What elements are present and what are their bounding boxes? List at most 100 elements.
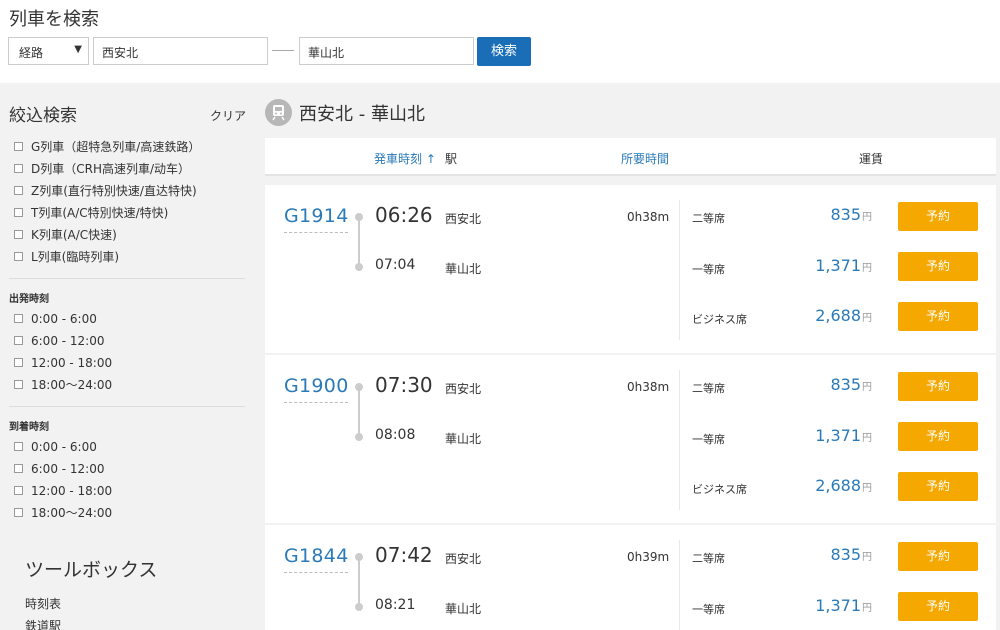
travel-duration: 0h38m bbox=[627, 380, 670, 394]
filter-dep-time-3[interactable]: 12:00 - 18:00 bbox=[14, 355, 112, 371]
book-button[interactable]: 予約 bbox=[898, 252, 978, 281]
checkbox[interactable] bbox=[14, 186, 23, 195]
filter-train-z[interactable]: Z列車(直行特別快速/直达特快) bbox=[14, 183, 197, 199]
fare-price: 835円 bbox=[830, 545, 872, 564]
station-link[interactable]: 鉄道駅 bbox=[25, 617, 61, 630]
train-number[interactable]: G1914 bbox=[284, 205, 349, 227]
book-button[interactable]: 予約 bbox=[898, 542, 978, 571]
train-icon bbox=[265, 99, 292, 126]
fare-price: 1,371円 bbox=[815, 596, 872, 615]
checkbox[interactable] bbox=[14, 464, 23, 473]
divider bbox=[679, 200, 680, 340]
book-button[interactable]: 予約 bbox=[898, 472, 978, 501]
checkbox[interactable] bbox=[14, 230, 23, 239]
filter-title: 絞込検索 bbox=[9, 106, 77, 126]
travel-duration: 0h38m bbox=[627, 210, 670, 224]
arrival-station: 華山北 bbox=[445, 262, 482, 276]
filter-arr-time-3[interactable]: 12:00 - 18:00 bbox=[14, 483, 112, 499]
checkbox[interactable] bbox=[14, 336, 23, 345]
filter-arr-time-2[interactable]: 6:00 - 12:00 bbox=[14, 461, 105, 477]
train-number[interactable]: G1844 bbox=[284, 545, 349, 567]
route-type-select[interactable]: 経路 ▼ bbox=[8, 37, 89, 65]
filter-train-l[interactable]: L列車(臨時列車) bbox=[14, 249, 119, 265]
fare-price: 1,371円 bbox=[815, 256, 872, 275]
checkbox[interactable] bbox=[14, 380, 23, 389]
seat-class: 一等席 bbox=[692, 603, 725, 616]
checkbox[interactable] bbox=[14, 442, 23, 451]
book-button[interactable]: 予約 bbox=[898, 422, 978, 451]
fare-price: 2,688円 bbox=[815, 476, 872, 495]
search-button[interactable]: 検索 bbox=[477, 37, 531, 66]
filter-dep-time-1[interactable]: 0:00 - 6:00 bbox=[14, 311, 97, 327]
train-result-card: G1914 06:26 07:04 西安北 華山北 0h38m 二等席 835円… bbox=[265, 185, 996, 353]
departure-time: 06:26 bbox=[375, 203, 433, 227]
route-title: 西安北 - 華山北 bbox=[299, 104, 425, 125]
route-dash bbox=[272, 50, 294, 51]
arrival-station: 華山北 bbox=[445, 602, 482, 616]
filter-train-k[interactable]: K列車(A/C快速) bbox=[14, 227, 117, 243]
fare-price: 2,688円 bbox=[815, 306, 872, 325]
filter-arr-time-4[interactable]: 18:00～24:00 bbox=[14, 505, 112, 521]
book-button[interactable]: 予約 bbox=[898, 202, 978, 231]
book-button[interactable]: 予約 bbox=[898, 592, 978, 621]
seat-class: 一等席 bbox=[692, 263, 725, 276]
checkbox[interactable] bbox=[14, 358, 23, 367]
toolbox-title: ツールボックス bbox=[25, 559, 158, 581]
book-button[interactable]: 予約 bbox=[898, 372, 978, 401]
checkbox[interactable] bbox=[14, 164, 23, 173]
fare-price: 835円 bbox=[830, 375, 872, 394]
checkbox[interactable] bbox=[14, 314, 23, 323]
arrival-time-heading: 到着時刻 bbox=[9, 422, 49, 433]
checkbox[interactable] bbox=[14, 508, 23, 517]
arrival-station: 華山北 bbox=[445, 432, 482, 446]
station-column-label: 駅 bbox=[445, 152, 458, 166]
to-station-input[interactable]: 華山北 bbox=[299, 37, 474, 65]
train-number-underline bbox=[284, 402, 348, 403]
seat-class: 二等席 bbox=[692, 552, 725, 565]
sort-duration[interactable]: 所要時間 bbox=[621, 150, 669, 167]
chevron-down-icon: ▼ bbox=[74, 44, 82, 55]
divider bbox=[9, 406, 245, 407]
timeline-line bbox=[358, 387, 360, 437]
departure-station: 西安北 bbox=[445, 552, 482, 566]
timeline-dot bbox=[355, 213, 363, 221]
checkbox[interactable] bbox=[14, 208, 23, 217]
checkbox[interactable] bbox=[14, 142, 23, 151]
divider bbox=[679, 540, 680, 630]
departure-station: 西安北 bbox=[445, 382, 482, 396]
filter-train-g[interactable]: G列車（超特急列車/高速鉄路） bbox=[14, 139, 200, 155]
from-station-input[interactable]: 西安北 bbox=[93, 37, 268, 65]
clear-filters-link[interactable]: クリア bbox=[210, 107, 246, 124]
search-header: 列車を検索 経路 ▼ 西安北 華山北 検索 bbox=[0, 0, 1000, 83]
filter-sidebar: 絞込検索 クリア G列車（超特急列車/高速鉄路） D列車（CRH高速列車/动车）… bbox=[0, 83, 255, 630]
filter-arr-time-1[interactable]: 0:00 - 6:00 bbox=[14, 439, 97, 455]
filter-train-d[interactable]: D列車（CRH高速列車/动车） bbox=[14, 161, 190, 177]
seat-class: ビジネス席 bbox=[692, 483, 747, 496]
fare-price: 1,371円 bbox=[815, 426, 872, 445]
timetable-link[interactable]: 時刻表 bbox=[25, 595, 61, 612]
route-type-value: 経路 bbox=[19, 46, 44, 60]
train-number-underline bbox=[284, 572, 348, 573]
timeline-dot bbox=[355, 603, 363, 611]
seat-class: ビジネス席 bbox=[692, 313, 747, 326]
filter-dep-time-4[interactable]: 18:00～24:00 bbox=[14, 377, 112, 393]
departure-time-heading: 出発時刻 bbox=[9, 294, 49, 305]
departure-station: 西安北 bbox=[445, 212, 482, 226]
filter-train-t[interactable]: T列車(A/C特別快速/特快) bbox=[14, 205, 168, 221]
checkbox[interactable] bbox=[14, 486, 23, 495]
page-title: 列車を検索 bbox=[9, 9, 99, 30]
seat-class: 二等席 bbox=[692, 382, 725, 395]
arrival-time: 07:04 bbox=[375, 257, 416, 273]
sort-departure-time[interactable]: 発車時刻 ↑ bbox=[374, 150, 436, 167]
train-result-card: G1900 07:30 08:08 西安北 華山北 0h38m 二等席 835円… bbox=[265, 355, 996, 523]
train-result-card: G1844 07:42 08:21 西安北 華山北 0h39m 二等席 835円… bbox=[265, 525, 996, 630]
travel-duration: 0h39m bbox=[627, 550, 670, 564]
book-button[interactable]: 予約 bbox=[898, 302, 978, 331]
timeline-line bbox=[358, 217, 360, 267]
timeline-dot bbox=[355, 383, 363, 391]
checkbox[interactable] bbox=[14, 252, 23, 261]
train-number[interactable]: G1900 bbox=[284, 375, 349, 397]
divider bbox=[679, 370, 680, 510]
filter-dep-time-2[interactable]: 6:00 - 12:00 bbox=[14, 333, 105, 349]
arrival-time: 08:08 bbox=[375, 427, 416, 443]
